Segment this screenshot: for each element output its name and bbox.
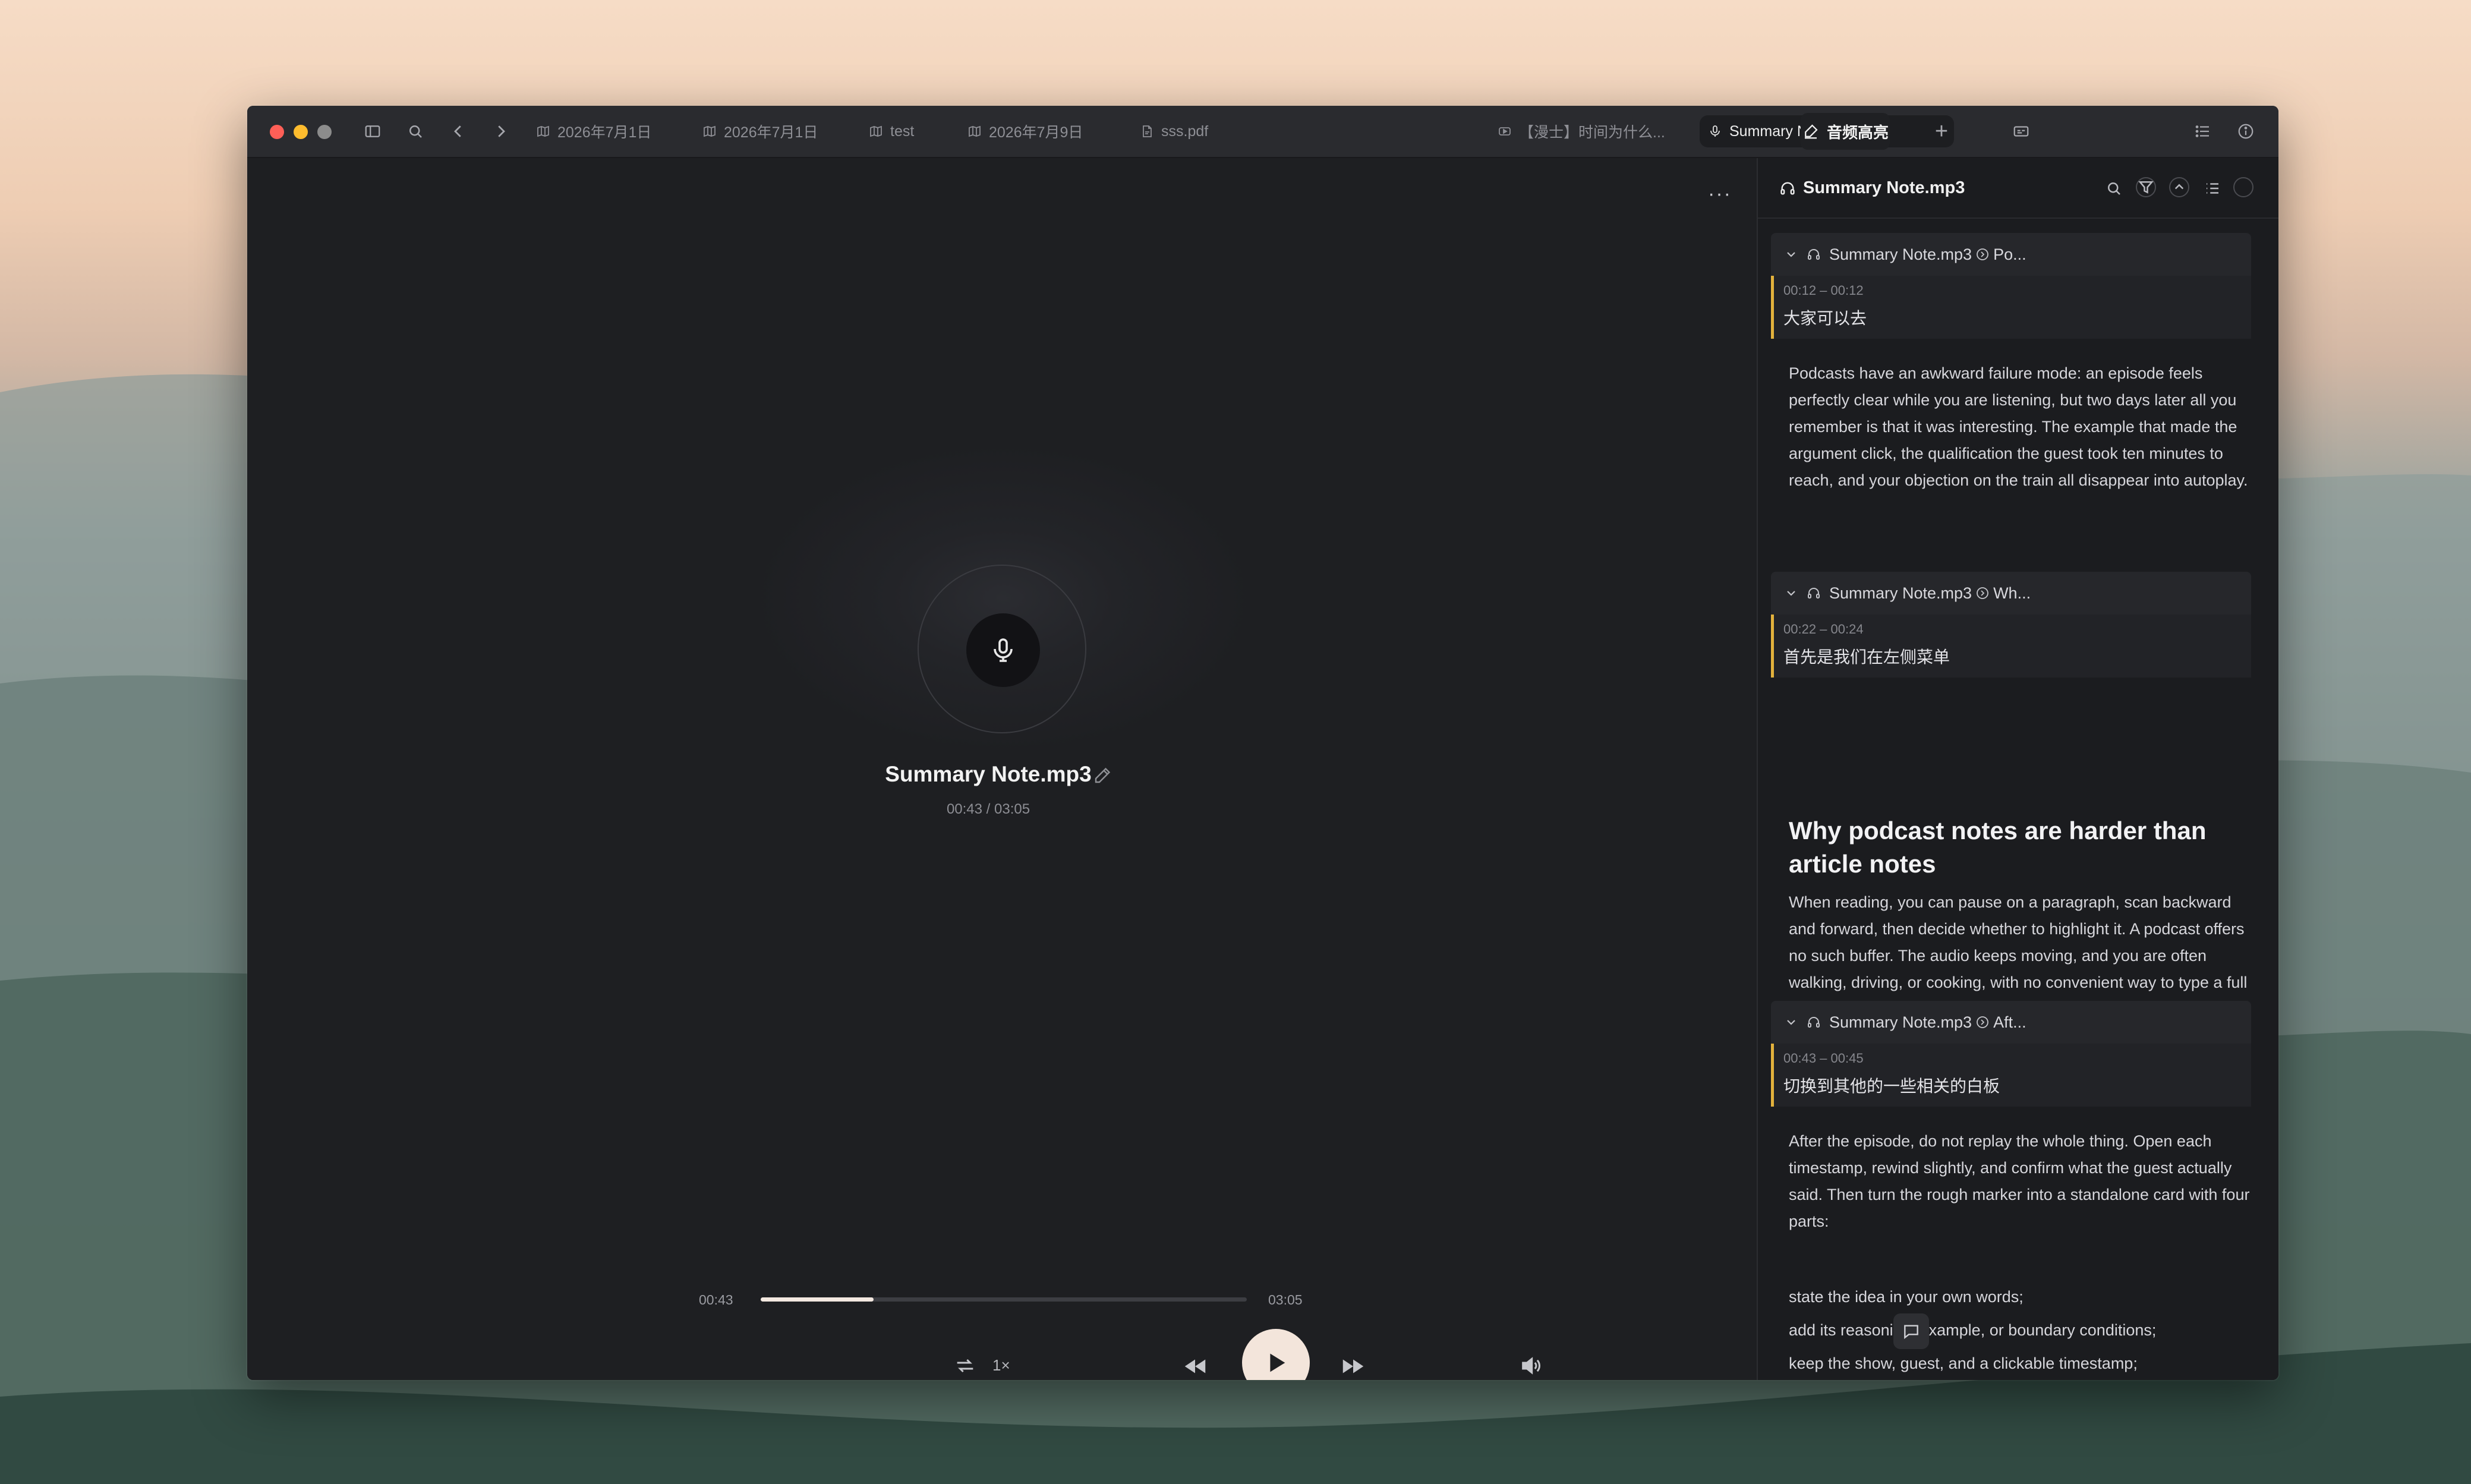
tab-label: 2026年7月1日 — [724, 124, 818, 141]
track-title: Summary Note.mp3 — [885, 762, 1092, 786]
headphones-icon — [1807, 586, 1821, 600]
tab-video[interactable]: 【漫士】时间为什么... — [1489, 115, 1673, 147]
audio-highlight-label: 音频高亮 — [1826, 123, 1889, 141]
book-icon[interactable] — [2275, 118, 2278, 145]
tab-map-4[interactable]: 2026年7月9日 — [959, 115, 1091, 147]
filter-icon[interactable] — [2136, 177, 2156, 197]
edit-title-icon[interactable] — [1092, 764, 1116, 788]
chevron-down-icon — [1784, 1015, 1798, 1029]
card-header[interactable]: Summary Note.mp3 Wh... — [1771, 572, 2251, 615]
fast-forward-icon[interactable] — [1339, 1353, 1367, 1380]
more-options-button[interactable]: ··· — [1702, 182, 1738, 206]
card-section: Po... — [1993, 245, 2026, 263]
video-icon — [1498, 124, 1512, 138]
arrow-circle-icon — [1975, 1015, 1990, 1029]
card-source: Summary Note.mp3 — [1829, 1013, 1972, 1031]
card-header[interactable]: Summary Note.mp3 Aft... — [1771, 1001, 2251, 1044]
play-button[interactable] — [1242, 1329, 1310, 1380]
card-header[interactable]: Summary Note.mp3 Po... — [1771, 233, 2251, 276]
pdf-icon — [1140, 124, 1154, 138]
progress-bar[interactable] — [761, 1297, 1247, 1302]
quote-timestamp[interactable]: 00:43 – 00:45 — [1783, 1051, 2251, 1071]
loop-icon[interactable] — [953, 1354, 977, 1378]
highlighter-icon — [1802, 122, 1820, 140]
highlight-quote[interactable]: 00:12 – 00:12 大家可以去 — [1771, 276, 2251, 339]
quote-text: 切换到其他的一些相关的白板 — [1783, 1077, 2000, 1095]
arrow-circle-icon — [1975, 247, 1990, 261]
list-item: state the idea in your own words; — [1789, 1288, 2024, 1306]
card-source: Summary Note.mp3 — [1829, 245, 1972, 263]
time-display: 00:43 / 03:05 — [946, 801, 1030, 817]
quote-text: 首先是我们在左侧菜单 — [1783, 648, 1950, 666]
note-text: After the episode, do not replay the who… — [1789, 1132, 2250, 1230]
forward-chevron-icon[interactable] — [487, 118, 515, 145]
caption-icon[interactable] — [2007, 118, 2035, 145]
map-icon — [536, 124, 550, 138]
quote-timestamp[interactable]: 00:22 – 00:24 — [1783, 622, 2251, 642]
sidebar-header: Summary Note.mp3 — [1758, 158, 2278, 219]
info-icon[interactable] — [2232, 118, 2259, 145]
tab-map-2[interactable]: 2026年7月1日 — [694, 115, 826, 147]
tab-label: 2026年7月1日 — [557, 124, 652, 141]
card-source: Summary Note.mp3 — [1829, 584, 1972, 602]
tab-label: sss.pdf — [1161, 122, 1209, 140]
note-text: Podcasts have an awkward failure mode: a… — [1789, 364, 2248, 489]
headphones-icon — [1807, 1015, 1821, 1029]
volume-icon[interactable] — [1519, 1354, 1543, 1378]
status-circle-icon[interactable] — [2233, 177, 2253, 197]
list-item: keep the show, guest, and a clickable ti… — [1789, 1354, 2138, 1372]
new-tab-button[interactable]: + — [1928, 118, 1955, 145]
tab-map-3[interactable]: test — [861, 115, 922, 147]
tab-pdf[interactable]: sss.pdf — [1132, 115, 1216, 147]
play-icon — [1270, 1353, 1285, 1372]
quote-timestamp[interactable]: 00:12 – 00:12 — [1783, 283, 2251, 303]
tab-label: 【漫士】时间为什么... — [1519, 124, 1665, 141]
plus-icon: + — [1934, 118, 1949, 144]
map-icon — [967, 124, 982, 138]
sidebar-toggle-icon[interactable] — [359, 118, 386, 145]
mic-icon — [1708, 124, 1722, 138]
note-heading: Why podcast notes are harder than articl… — [1789, 817, 2207, 878]
chevron-down-icon — [1784, 247, 1798, 261]
sidebar-title-text: Summary Note.mp3 — [1803, 178, 1965, 197]
card-section: Wh... — [1993, 584, 2031, 602]
app-window: 2026年7月1日 2026年7月1日 test 2026年7月9日 sss.p… — [247, 106, 2278, 1380]
search-icon[interactable] — [402, 118, 429, 145]
audio-highlight-tab[interactable]: 音频高亮 — [1801, 113, 1890, 150]
list-item: add its reasoning, example, or boundary … — [1789, 1321, 2157, 1339]
quote-text: 大家可以去 — [1783, 309, 1867, 327]
rewind-icon[interactable] — [1181, 1353, 1209, 1380]
headphones-icon — [1807, 247, 1821, 261]
sidebar-title: Summary Note.mp3 — [1779, 178, 1965, 198]
highlight-quote[interactable]: 00:43 – 00:45 切换到其他的一些相关的白板 — [1771, 1044, 2251, 1107]
sort-list-icon[interactable] — [2201, 177, 2224, 200]
back-chevron-icon[interactable] — [445, 118, 472, 145]
playback-speed-button[interactable]: 1× — [992, 1356, 1022, 1375]
card-section: Aft... — [1993, 1013, 2026, 1031]
tab-label: 2026年7月9日 — [989, 124, 1083, 141]
tab-map-1[interactable]: 2026年7月1日 — [528, 115, 660, 147]
title-bar: 2026年7月1日 2026年7月1日 test 2026年7月9日 sss.p… — [247, 106, 2278, 158]
zoom-window-button[interactable] — [317, 125, 332, 139]
microphone-icon — [966, 613, 1040, 687]
duration: 03:05 — [1268, 1292, 1303, 1307]
chat-icon[interactable] — [1893, 1313, 1929, 1349]
chevron-down-icon — [1784, 586, 1798, 600]
close-window-button[interactable] — [270, 125, 284, 139]
current-time: 00:43 — [699, 1292, 733, 1307]
highlight-quote[interactable]: 00:22 – 00:24 首先是我们在左侧菜单 — [1771, 615, 2251, 678]
map-icon — [702, 124, 717, 138]
map-icon — [869, 124, 883, 138]
headphones-icon — [1779, 180, 1796, 197]
highlights-sidebar: Summary Note.mp3 Summary Note.mp3 Po... — [1757, 158, 2278, 1380]
arrow-circle-icon — [1975, 586, 1990, 600]
minimize-window-button[interactable] — [294, 125, 308, 139]
collapse-up-icon[interactable] — [2169, 177, 2189, 197]
tab-label: test — [890, 122, 915, 140]
progress-fill — [761, 1297, 874, 1302]
list-icon[interactable] — [2189, 118, 2217, 145]
sidebar-search-icon[interactable] — [2103, 177, 2125, 200]
audio-player-area: ··· Summary Note.mp3 00:43 / 03:05 00:43… — [247, 158, 1755, 1380]
